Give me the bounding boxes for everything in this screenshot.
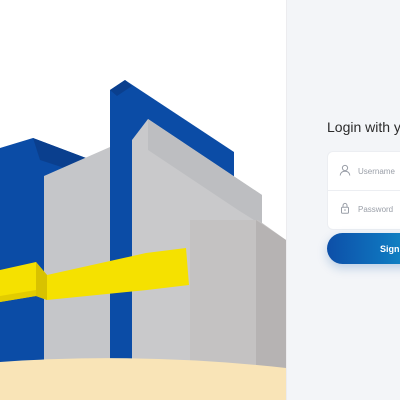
city-buildings-illustration [0,80,286,400]
login-panel: Login with y Sign [286,0,400,400]
login-title: Login with y [327,119,400,135]
password-field[interactable] [328,190,400,228]
password-input[interactable] [358,199,400,219]
hero-illustration [0,0,286,400]
user-icon [339,164,351,176]
username-field[interactable] [328,152,400,191]
lock-icon [341,202,349,214]
sign-in-button[interactable]: Sign [327,233,400,264]
ground [0,358,286,400]
username-input[interactable] [358,161,400,181]
login-form-card [327,151,400,230]
